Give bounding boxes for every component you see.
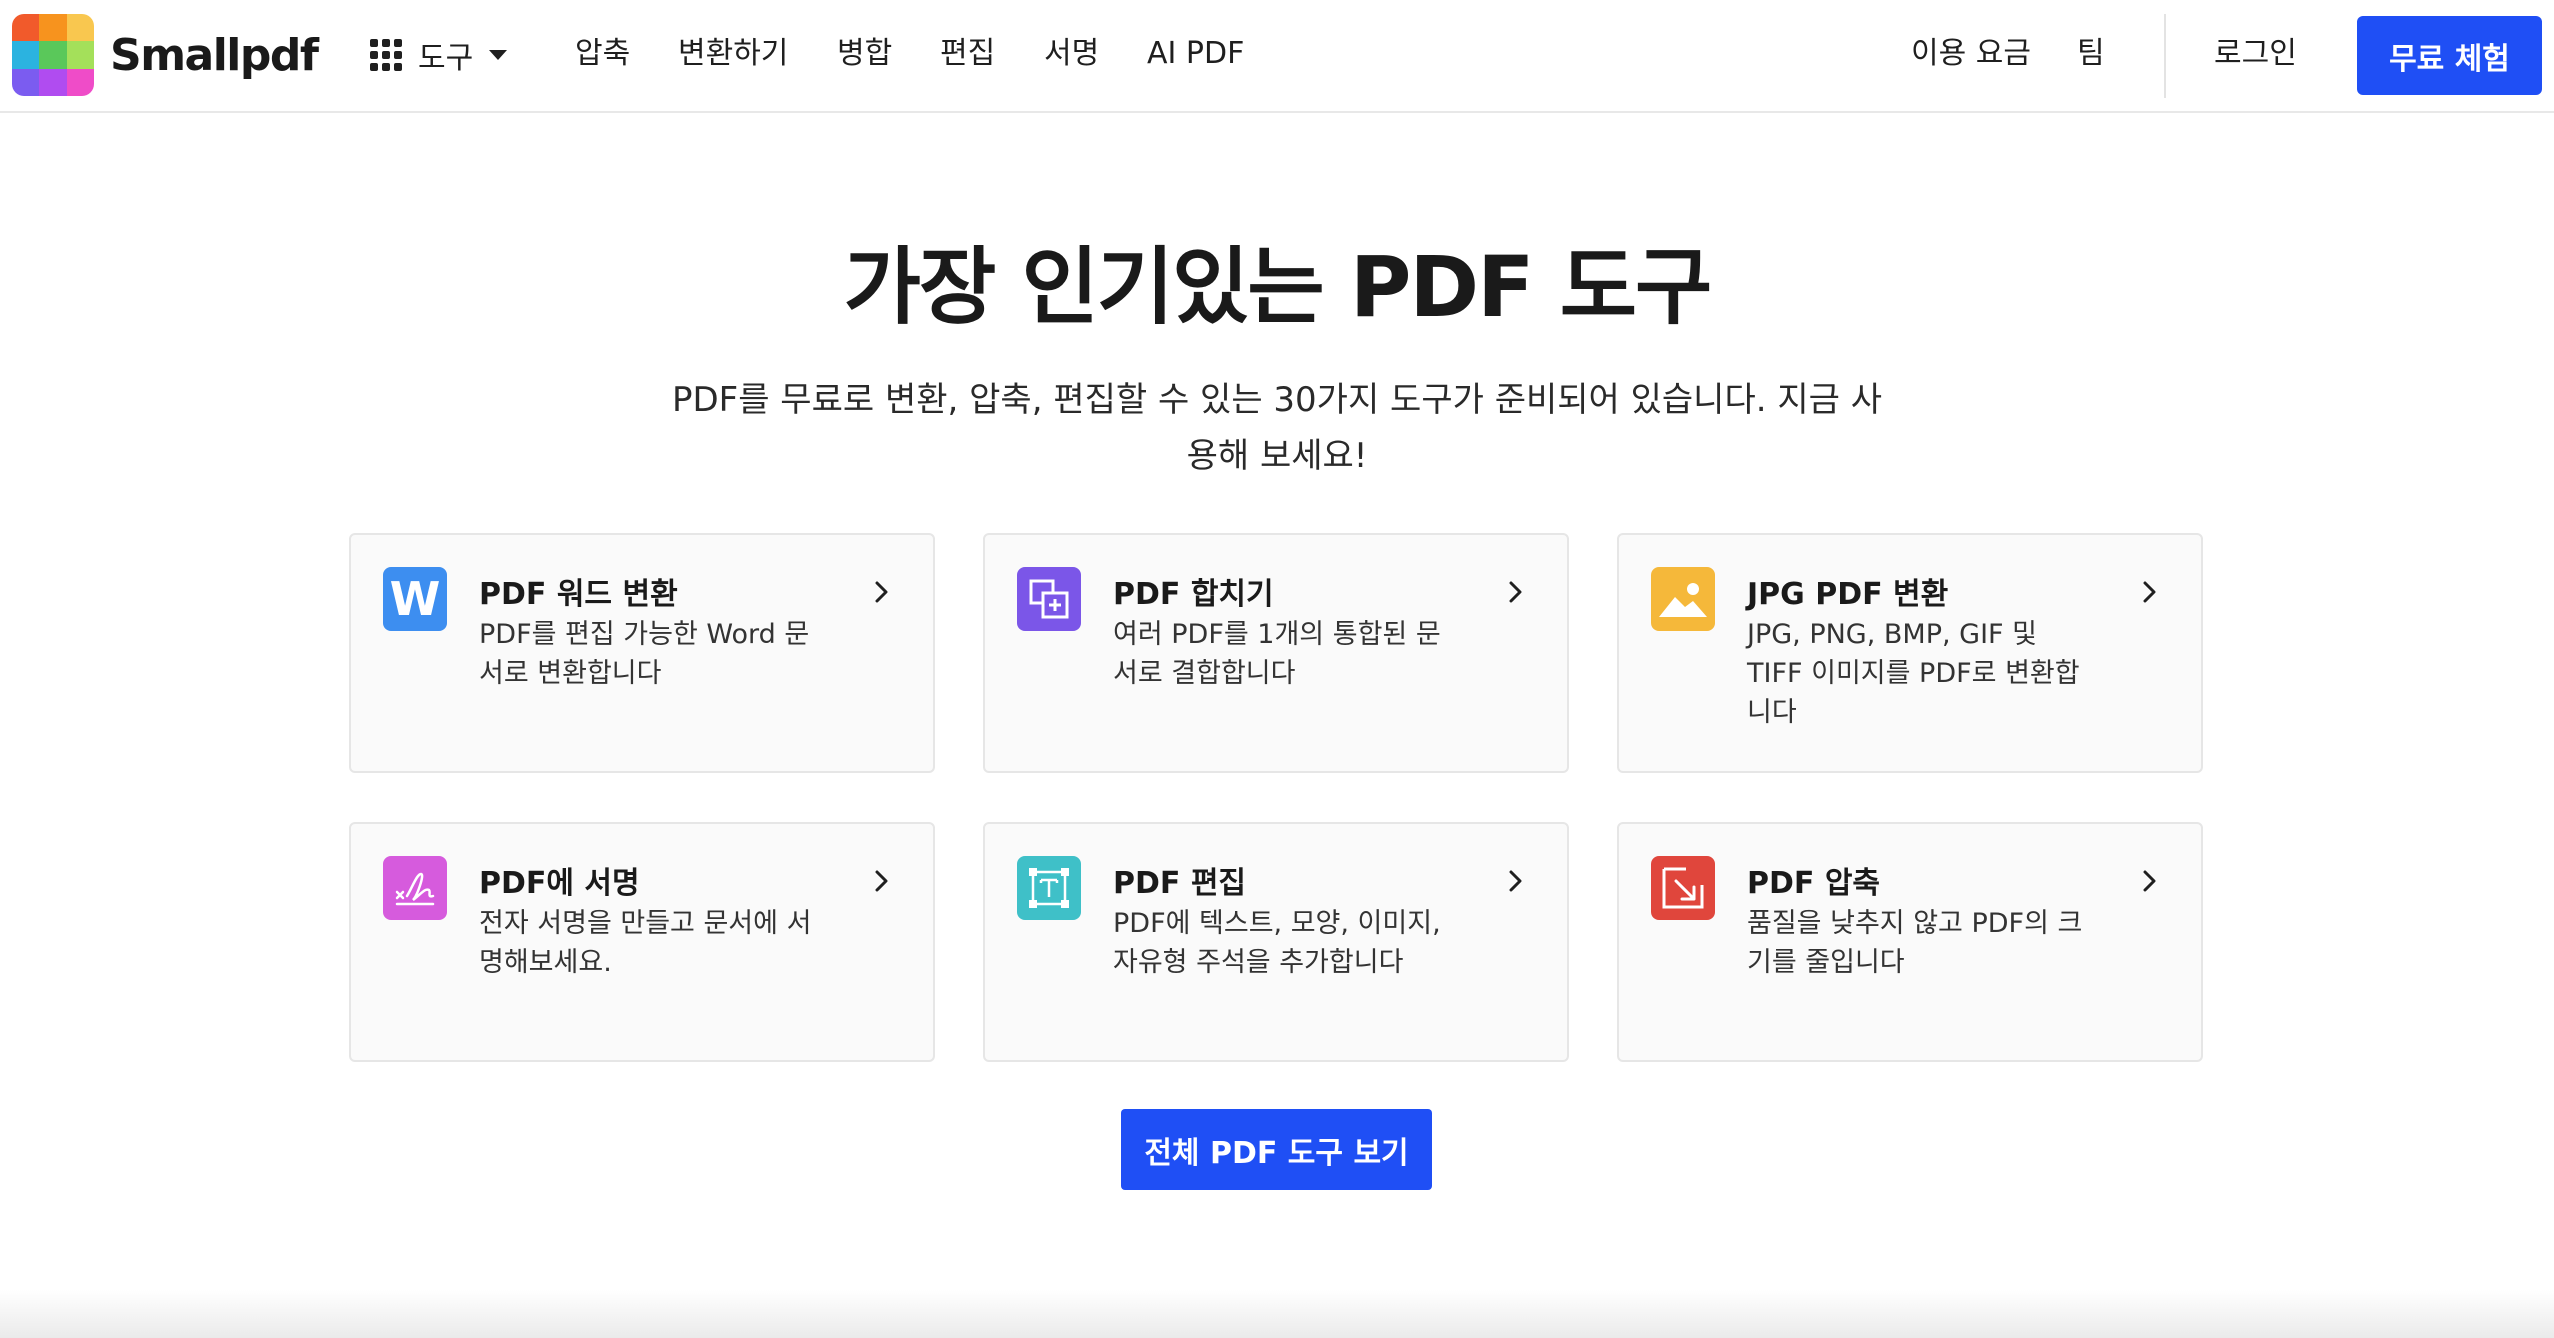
compress-icon [1651, 856, 1715, 920]
card-title: PDF에 서명 [479, 866, 640, 901]
chevron-right-icon [875, 870, 888, 892]
brand-name: Smallpdf [110, 29, 319, 81]
tools-dropdown[interactable]: 도구 [370, 30, 508, 80]
nav-link-merge[interactable]: 병합 [837, 32, 892, 76]
nav-link-convert[interactable]: 변환하기 [678, 32, 788, 76]
view-all-tools-button[interactable]: 전체 PDF 도구 보기 [1121, 1109, 1432, 1190]
page-subtitle: PDF를 무료로 변환, 압축, 편집할 수 있는 30가지 도구가 준비되어 … [671, 380, 1883, 476]
chevron-right-icon [2143, 581, 2156, 603]
card-title: JPG PDF 변환 [1747, 577, 1949, 612]
header-divider [2164, 14, 2166, 98]
tool-card-edit-pdf[interactable]: PDF 편집 PDF에 텍스트, 모양, 이미지, 자유형 주석을 추가합니다 [983, 822, 1569, 1062]
edit-text-icon [1017, 856, 1081, 920]
image-icon [1651, 567, 1715, 631]
tool-card-jpg-to-pdf[interactable]: JPG PDF 변환 JPG, PNG, BMP, GIF 및 TIFF 이미지… [1617, 533, 2203, 773]
tools-label: 도구 [418, 41, 474, 76]
nav-link-compress[interactable]: 압축 [575, 32, 630, 76]
page-title: 가장 인기있는 PDF 도구 [843, 238, 1713, 336]
nav-link-sign[interactable]: 서명 [1044, 32, 1099, 76]
chevron-right-icon [1509, 581, 1522, 603]
free-trial-button[interactable]: 무료 체험 [2357, 16, 2542, 95]
card-description: PDF를 편집 가능한 Word 문서로 변환합니다 [479, 619, 810, 689]
caret-down-icon [489, 50, 508, 60]
chevron-right-icon [875, 581, 888, 603]
smallpdf-logo[interactable]: Smallpdf [12, 14, 319, 96]
chevron-right-icon [1509, 870, 1522, 892]
tool-card-compress-pdf[interactable]: PDF 압축 품질을 낮추지 않고 PDF의 크기를 줄입니다 [1617, 822, 2203, 1062]
login-link[interactable]: 로그인 [2214, 32, 2297, 76]
merge-icon [1017, 567, 1081, 631]
svg-text:W: W [390, 575, 441, 623]
card-title: PDF 합치기 [1113, 577, 1274, 612]
card-title: PDF 워드 변환 [479, 577, 678, 612]
card-description: 전자 서명을 만들고 문서에 서명해보세요. [479, 908, 812, 978]
card-title: PDF 편집 [1113, 866, 1247, 901]
nav-link-team[interactable]: 팀 [2077, 32, 2105, 76]
nav-link-ai-pdf[interactable]: AI PDF [1147, 32, 1244, 76]
tool-card-merge-pdf[interactable]: PDF 합치기 여러 PDF를 1개의 통합된 문서로 결합합니다 [983, 533, 1569, 773]
card-description: JPG, PNG, BMP, GIF 및 TIFF 이미지를 PDF로 변환합니… [1747, 619, 2080, 728]
tool-card-pdf-to-word[interactable]: W PDF 워드 변환 PDF를 편집 가능한 Word 문서로 변환합니다 [349, 533, 935, 773]
card-description: PDF에 텍스트, 모양, 이미지, 자유형 주석을 추가합니다 [1113, 908, 1441, 978]
apps-grid-icon [370, 39, 402, 71]
card-description: 여러 PDF를 1개의 통합된 문서로 결합합니다 [1113, 619, 1441, 689]
card-title: PDF 압축 [1747, 866, 1881, 901]
chevron-right-icon [2143, 870, 2156, 892]
bottom-fade [0, 1290, 2554, 1338]
nav-link-edit[interactable]: 편집 [940, 32, 995, 76]
logo-mark-icon [12, 14, 94, 96]
top-header: Smallpdf 도구 압축 변환하기 병합 편집 서명 AI PDF 이용 요… [0, 0, 2554, 113]
word-icon: W [383, 567, 447, 631]
card-description: 품질을 낮추지 않고 PDF의 크기를 줄입니다 [1747, 908, 2083, 978]
nav-link-pricing[interactable]: 이용 요금 [1911, 32, 2031, 76]
signature-icon [383, 856, 447, 920]
tool-card-sign-pdf[interactable]: PDF에 서명 전자 서명을 만들고 문서에 서명해보세요. [349, 822, 935, 1062]
